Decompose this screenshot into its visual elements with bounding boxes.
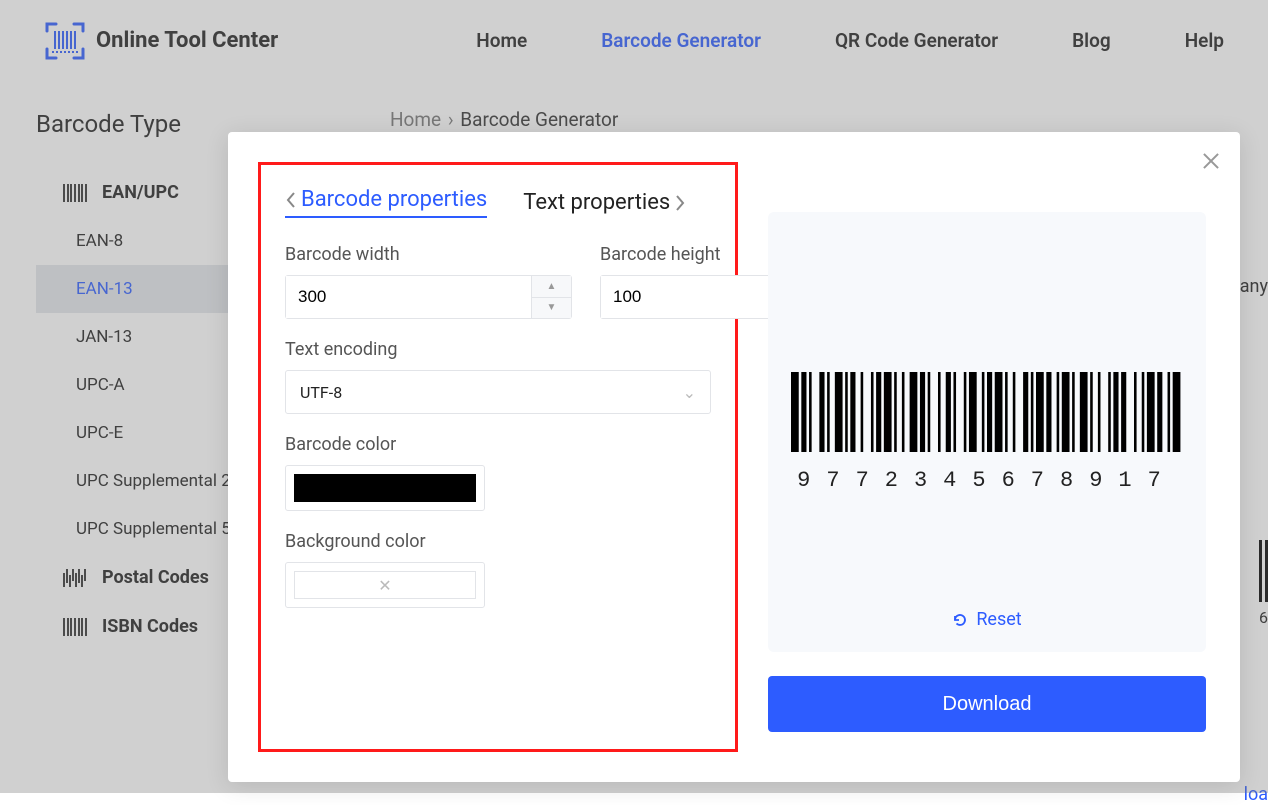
properties-panel: Barcode properties Text properties Barco… <box>258 162 738 752</box>
properties-modal: Barcode properties Text properties Barco… <box>228 132 1240 782</box>
bg-color-label: Background color <box>285 531 711 552</box>
reset-label: Reset <box>976 609 1021 630</box>
chevron-down-icon: ⌄ <box>683 383 696 402</box>
barcode-preview: 9772345678917 Reset <box>768 212 1206 652</box>
background-color-picker[interactable]: ✕ <box>285 562 485 608</box>
barcode-digits: 9772345678917 <box>797 468 1177 493</box>
close-icon[interactable] <box>1200 150 1222 172</box>
color-swatch-none: ✕ <box>294 571 476 599</box>
barcode-color-picker[interactable] <box>285 465 485 511</box>
text-encoding-select[interactable]: UTF-8 ⌄ <box>285 370 711 414</box>
reset-button[interactable]: Reset <box>952 609 1021 630</box>
download-button[interactable]: Download <box>768 676 1206 732</box>
preview-panel: 9772345678917 Reset Download <box>738 162 1206 752</box>
tab-text-properties-label: Text properties <box>523 190 670 215</box>
barcode-graphic <box>787 372 1187 472</box>
width-input-wrap: ▲ ▼ <box>285 275 572 319</box>
modal-tabs: Barcode properties Text properties <box>285 187 711 218</box>
tab-barcode-properties[interactable]: Barcode properties <box>285 187 487 218</box>
width-label: Barcode width <box>285 244 572 265</box>
text-encoding-value: UTF-8 <box>300 383 342 402</box>
tab-barcode-properties-label: Barcode properties <box>301 187 487 212</box>
chevron-right-icon <box>674 194 686 212</box>
barcode-color-label: Barcode color <box>285 434 711 455</box>
width-step-up[interactable]: ▲ <box>532 276 571 298</box>
barcode-width-input[interactable] <box>286 276 531 318</box>
tab-text-properties[interactable]: Text properties <box>523 190 686 215</box>
encoding-label: Text encoding <box>285 339 711 360</box>
width-step-down[interactable]: ▼ <box>532 298 571 319</box>
reset-icon <box>952 612 968 628</box>
chevron-left-icon <box>285 191 297 209</box>
color-swatch-black <box>294 474 476 502</box>
